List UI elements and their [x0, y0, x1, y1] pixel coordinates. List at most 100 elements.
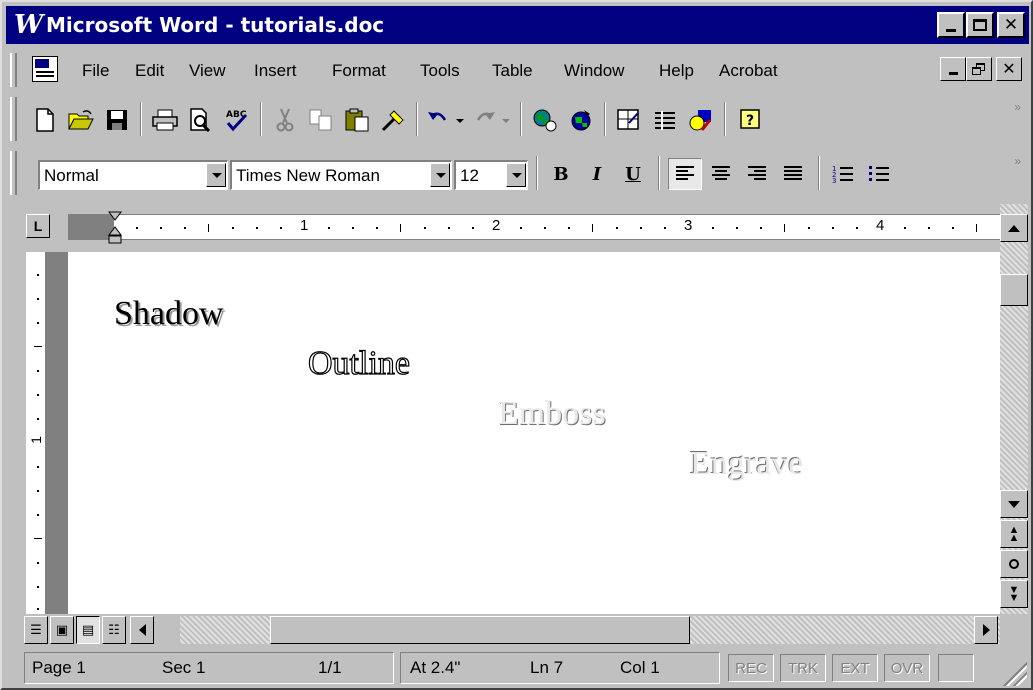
print-layout-view-button[interactable]: ▤ — [76, 616, 100, 644]
format-painter-button[interactable] — [376, 104, 410, 136]
office-assistant-button[interactable]: ? — [734, 104, 768, 136]
cut-button[interactable] — [268, 104, 302, 136]
normal-view-icon: ☰ — [30, 622, 42, 637]
previous-page-button[interactable]: ▲ ▲ — [1000, 520, 1028, 548]
web-layout-icon: ▣ — [55, 622, 69, 637]
resize-grip-icon[interactable] — [1003, 662, 1027, 686]
svg-text:3: 3 — [832, 177, 836, 184]
menu-help[interactable]: Help — [659, 60, 694, 82]
save-button[interactable] — [100, 104, 134, 136]
text-shadow-line[interactable]: Shadow — [114, 294, 224, 334]
print-button[interactable] — [148, 104, 182, 136]
horizontal-scroll-thumb[interactable] — [270, 616, 690, 644]
menu-edit[interactable]: Edit — [135, 60, 164, 82]
drawing-button[interactable] — [684, 104, 718, 136]
web-toolbar-button[interactable] — [528, 104, 562, 136]
hyperlink-button[interactable] — [564, 104, 598, 136]
scroll-right-button[interactable] — [974, 616, 998, 644]
status-ext[interactable]: EXT — [832, 654, 878, 682]
toolbar-separator — [724, 102, 726, 136]
menu-window[interactable]: Window — [564, 60, 624, 82]
scroll-left-button[interactable] — [130, 616, 154, 644]
align-right-button[interactable] — [740, 158, 774, 190]
doc-close-button[interactable]: ✕ — [996, 57, 1022, 81]
style-dropdown[interactable]: Normal — [38, 160, 228, 190]
bold-button[interactable]: B — [544, 158, 578, 190]
more-buttons-icon[interactable]: » — [1014, 154, 1021, 168]
underline-button[interactable]: U — [616, 158, 650, 190]
align-left-button[interactable] — [668, 158, 702, 190]
formatting-toolbar-grip[interactable] — [10, 151, 17, 195]
print-preview-button[interactable] — [184, 104, 218, 136]
normal-view-button[interactable]: ☰ — [24, 616, 48, 644]
indent-marker-icon[interactable] — [108, 211, 122, 245]
justify-button[interactable] — [776, 158, 810, 190]
maximize-button[interactable] — [966, 12, 994, 38]
chevron-down-icon[interactable] — [206, 163, 226, 187]
center-button[interactable] — [704, 158, 738, 190]
horizontal-ruler[interactable]: 1 2 3 4 — [68, 211, 1000, 244]
font-value: Times New Roman — [236, 166, 380, 185]
text-outline-line[interactable]: Outline — [307, 344, 410, 384]
menu-view[interactable]: View — [189, 60, 226, 82]
vertical-ruler[interactable]: 1 — [26, 252, 46, 614]
bullets-button[interactable] — [862, 158, 896, 190]
select-browse-object-button[interactable] — [1000, 550, 1028, 578]
double-arrow-down-icon: ▼ ▼ — [1008, 584, 1020, 604]
tables-borders-button[interactable] — [612, 104, 646, 136]
insert-table-icon — [655, 111, 675, 130]
menu-insert[interactable]: Insert — [254, 60, 297, 82]
outline-view-button[interactable]: ☷ — [102, 616, 126, 644]
undo-icon — [428, 112, 464, 123]
next-page-button[interactable]: ▼ ▼ — [1000, 580, 1028, 608]
status-ovr[interactable]: OVR — [884, 654, 930, 682]
status-spelling-panel[interactable] — [938, 654, 974, 682]
italic-button[interactable]: I — [580, 158, 614, 190]
tab-selector-button[interactable]: L — [26, 214, 50, 238]
horizontal-scroll-track[interactable] — [180, 616, 1000, 644]
copy-button[interactable] — [304, 104, 338, 136]
redo-button[interactable] — [470, 104, 514, 136]
standard-toolbar-grip[interactable] — [10, 97, 17, 141]
menu-file[interactable]: File — [82, 60, 109, 82]
vertical-scrollbar[interactable]: ▲ ▲ ▼ ▼ — [1000, 204, 1028, 614]
ruler-ticks — [136, 224, 977, 232]
menu-acrobat[interactable]: Acrobat — [719, 60, 778, 82]
text-emboss-line[interactable]: Emboss — [498, 394, 606, 434]
bullets-icon — [869, 166, 889, 181]
undo-button[interactable] — [424, 104, 468, 136]
more-buttons-icon[interactable]: » — [1014, 100, 1021, 114]
doc-restore-button[interactable] — [966, 57, 992, 81]
text-engrave-line[interactable]: Engrave — [690, 444, 803, 484]
menu-tools[interactable]: Tools — [420, 60, 460, 82]
minimize-button[interactable] — [937, 12, 965, 38]
font-dropdown[interactable]: Times New Roman — [230, 160, 452, 190]
insert-table-button[interactable] — [648, 104, 682, 136]
menu-table[interactable]: Table — [492, 60, 533, 82]
chevron-down-icon[interactable] — [506, 163, 526, 187]
font-size-dropdown[interactable]: 12 — [454, 160, 528, 190]
spelling-icon: ABC — [226, 110, 248, 132]
vertical-scroll-thumb[interactable] — [1000, 274, 1028, 306]
redo-icon — [476, 112, 510, 123]
status-rec[interactable]: REC — [728, 654, 774, 682]
ruler-label-2: 2 — [492, 217, 501, 234]
scroll-up-button[interactable] — [1000, 214, 1028, 242]
document-page[interactable]: Shadow Outline Emboss Engrave — [68, 252, 1000, 614]
close-button[interactable]: ✕ — [997, 12, 1025, 38]
title-bar[interactable]: W Microsoft Word - tutorials.doc ✕ — [6, 6, 1029, 44]
spelling-button[interactable]: ABC — [220, 104, 254, 136]
scroll-down-button[interactable] — [1000, 490, 1028, 518]
paste-button[interactable] — [340, 104, 374, 136]
open-button[interactable] — [64, 104, 98, 136]
chevron-down-icon[interactable] — [430, 163, 450, 187]
menu-bar-grip[interactable] — [10, 53, 17, 87]
align-left-icon — [676, 166, 694, 182]
menu-format[interactable]: Format — [332, 60, 386, 82]
status-trk[interactable]: TRK — [780, 654, 826, 682]
document-control-icon[interactable] — [32, 56, 58, 82]
web-layout-view-button[interactable]: ▣ — [50, 616, 74, 644]
doc-minimize-button[interactable] — [940, 57, 966, 81]
numbering-button[interactable]: 123 — [826, 158, 860, 190]
new-document-button[interactable] — [28, 104, 62, 136]
